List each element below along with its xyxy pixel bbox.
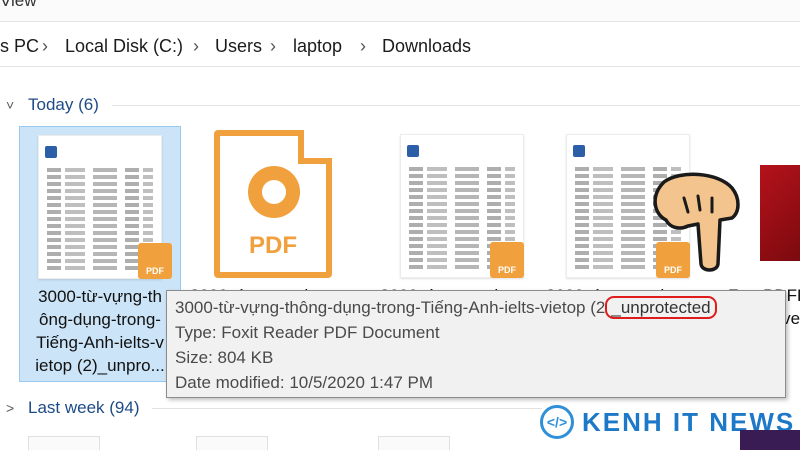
pointing-hand-icon	[653, 172, 740, 272]
breadcrumb-separator[interactable]: ›	[270, 36, 276, 57]
ribbon-tab-row: View	[0, 0, 800, 22]
group-divider	[152, 408, 542, 409]
breadcrumb-separator[interactable]: ›	[42, 36, 48, 57]
unprotected-highlight: _unprotected	[605, 296, 717, 319]
document-logo-icon	[45, 146, 57, 158]
group-divider	[112, 105, 800, 106]
tooltip-date: Date modified: 10/5/2020 1:47 PM	[175, 373, 433, 392]
breadcrumb-separator[interactable]: ›	[360, 36, 366, 57]
file-tile-partial[interactable]	[28, 436, 100, 450]
page-fold	[298, 130, 332, 164]
tooltip-size: Size: 804 KB	[175, 348, 274, 367]
tooltip-filename: 3000-từ-vựng-thông-dụng-trong-Tiếng-Anh-…	[175, 295, 777, 320]
file-tile-partial[interactable]	[196, 436, 268, 450]
group-header-today[interactable]: ˅ Today (6)	[6, 92, 99, 118]
breadcrumb-separator[interactable]: ›	[193, 36, 199, 57]
group-header-last-week[interactable]: ˃ Last week (94)	[6, 395, 140, 421]
file-tile-partial[interactable]	[378, 436, 450, 450]
pdf-red-icon[interactable]	[760, 165, 800, 261]
foxit-badge-icon: PDF	[138, 243, 172, 279]
tooltip-type: Type: Foxit Reader PDF Document	[175, 323, 440, 342]
foxit-logo-icon	[248, 166, 300, 218]
code-bracket-icon: </>	[540, 405, 574, 439]
breadcrumb-users[interactable]: Users	[215, 36, 262, 57]
document-logo-icon	[573, 145, 585, 157]
breadcrumb-downloads[interactable]: Downloads	[382, 36, 471, 57]
document-logo-icon	[407, 145, 419, 157]
breadcrumb-local-disk[interactable]: Local Disk (C:)	[65, 36, 183, 57]
file-tile-selected[interactable]: PDF 3000-từ-vựng-th ông-dụng-trong- Tiến…	[19, 126, 181, 382]
chevron-down-icon[interactable]: ˅	[6, 97, 24, 113]
group-label-today: Today (6)	[28, 95, 99, 114]
group-label-last-week: Last week (94)	[28, 398, 140, 417]
chevron-right-icon[interactable]: ˃	[6, 400, 24, 416]
address-bar[interactable]: s PC › Local Disk (C:) › Users › laptop …	[0, 27, 800, 67]
foxit-badge-icon: PDF	[490, 242, 524, 278]
file-tile[interactable]: PDF	[382, 126, 544, 286]
file-tooltip: 3000-từ-vựng-thông-dụng-trong-Tiếng-Anh-…	[166, 290, 786, 398]
foxit-pdf-icon[interactable]: PDF	[214, 130, 332, 278]
breadcrumb-laptop[interactable]: laptop	[293, 36, 342, 57]
file-name[interactable]: 3000-từ-vựng-th ông-dụng-trong- Tiếng-An…	[24, 285, 176, 377]
view-tab[interactable]: View	[0, 0, 37, 11]
decorative-corner	[740, 430, 800, 450]
breadcrumb-this-pc[interactable]: s PC	[0, 36, 39, 57]
